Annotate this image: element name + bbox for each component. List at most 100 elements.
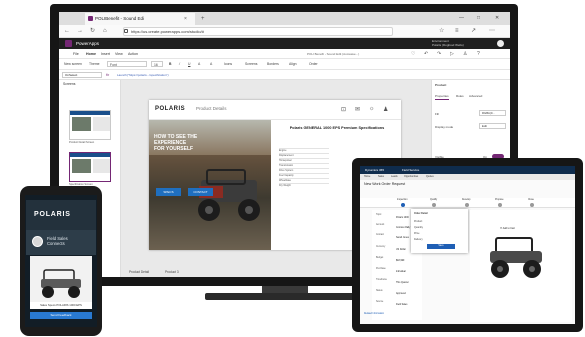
minimize-icon[interactable]: — <box>459 13 464 24</box>
form-value[interactable]: Approved <box>396 293 406 296</box>
nav-sales[interactable]: Sales <box>378 174 384 180</box>
more-icon[interactable]: ⋯ <box>489 25 495 38</box>
favorite-star-icon[interactable]: ☆ <box>439 25 444 38</box>
cart-icon[interactable]: ⊡ <box>341 106 346 113</box>
contact-button[interactable]: CONTACT <box>188 188 213 196</box>
italic-button[interactable]: / <box>179 59 180 70</box>
form-value[interactable]: Individual <box>396 271 406 274</box>
tab-close-icon[interactable]: × <box>184 13 187 25</box>
checkbox-label: Add to Cart <box>502 227 515 230</box>
nav-quotes[interactable]: Quotes <box>426 174 434 180</box>
prop-fill-value[interactable]: RGBA(0... <box>479 110 506 116</box>
popup-row[interactable]: Product <box>414 220 422 223</box>
spec-title: Polaris GENERAL 1000 EPS Premium Specifi… <box>289 126 385 130</box>
ribbon-align[interactable]: Align <box>289 59 297 70</box>
bold-button[interactable]: B <box>169 59 171 70</box>
menu-insert[interactable]: Insert <box>101 49 110 59</box>
app-checker-icon[interactable]: ♡ <box>411 51 415 57</box>
screen-thumbnail-selected[interactable] <box>69 152 111 182</box>
form-value[interactable]: Sarah Jones <box>396 237 409 240</box>
user-icon[interactable]: ♙ <box>463 51 467 57</box>
nav-home[interactable]: Home <box>364 174 370 180</box>
menu-action[interactable]: Action <box>128 49 138 59</box>
related-section-title[interactable]: Related Information <box>364 313 406 316</box>
phone-polaris-logo: POLARIS <box>34 211 71 218</box>
ribbon-screens[interactable]: Screens <box>245 59 257 70</box>
ribbon-new-screen[interactable]: New screen <box>64 59 82 70</box>
play-icon[interactable]: ▷ <box>450 51 454 57</box>
underline-button[interactable]: U <box>188 59 190 70</box>
formula-input[interactable]: Launch("https://polaris.../specification… <box>117 70 169 80</box>
form-value[interactable]: This Quarter <box>396 282 409 285</box>
send-feedback-button[interactable]: Send Feedback <box>30 312 92 319</box>
browser-tab[interactable]: POLIBenefit - Sound Edi <box>85 13 195 25</box>
share-icon[interactable]: ↗ <box>471 25 476 38</box>
ribbon-theme[interactable]: Theme <box>89 59 100 70</box>
spec-row: Displacement <box>279 153 329 157</box>
font-fill-button[interactable]: A <box>210 59 212 70</box>
status-screen-name: Product Detail <box>129 270 150 274</box>
add-to-cart-checkbox[interactable]: ☐ Add to Cart <box>500 227 515 230</box>
menu-file[interactable]: File <box>73 49 79 59</box>
back-icon[interactable]: ← <box>64 25 70 38</box>
step-dot[interactable] <box>530 203 534 207</box>
ribbon-icons[interactable]: Icons <box>224 59 232 70</box>
form-value[interactable]: Contoso Rally <box>396 227 410 230</box>
forward-icon[interactable]: → <box>77 25 83 38</box>
step-dot-active[interactable] <box>401 203 405 207</box>
popup-title: Order Detail <box>414 212 428 215</box>
font-color-button[interactable]: A <box>198 59 200 70</box>
tab-properties[interactable]: Properties <box>435 93 449 100</box>
url-input[interactable]: https://us.create.powerapps.com/studio/# <box>123 27 393 36</box>
utv-image <box>198 169 260 221</box>
refresh-icon[interactable]: ↻ <box>90 25 95 38</box>
specs-button[interactable]: SPECS <box>156 188 181 196</box>
font-size-select[interactable]: 16 <box>151 61 163 67</box>
tab-title: POLIBenefit - Sound Edi <box>95 16 145 21</box>
form-value[interactable]: $18,999 <box>396 260 404 263</box>
home-icon[interactable]: ⌂ <box>103 25 107 38</box>
close-window-icon[interactable]: ✕ <box>495 13 499 24</box>
nav-opportunities[interactable]: Opportunities <box>404 174 418 180</box>
undo-icon[interactable]: ↶ <box>424 51 428 57</box>
tab-rules[interactable]: Rules <box>456 93 464 99</box>
nav-leads[interactable]: Leads <box>391 174 398 180</box>
redo-icon[interactable]: ↷ <box>437 51 441 57</box>
popup-row[interactable]: Price <box>414 232 419 235</box>
new-tab-icon[interactable]: + <box>201 13 205 25</box>
tablet-utv-image <box>490 237 542 278</box>
screens-title: Screens <box>63 82 76 86</box>
ribbon-borders[interactable]: Borders <box>267 59 279 70</box>
reading-icon[interactable]: ≡ <box>455 25 459 38</box>
popup-row[interactable]: Delivery <box>414 238 423 241</box>
spec-row: Transmission <box>279 163 329 167</box>
step-dot[interactable] <box>498 203 502 207</box>
profile-icon[interactable]: ♟ <box>383 106 388 113</box>
user-avatar[interactable] <box>497 40 504 47</box>
spec-row: Horsepower <box>279 158 329 162</box>
lock-icon <box>124 29 128 33</box>
menu-view[interactable]: View <box>115 49 123 59</box>
popup-row[interactable]: Quantity <box>414 226 423 229</box>
settings-icon[interactable]: ☼ <box>369 106 375 112</box>
menu-bar <box>59 49 510 59</box>
fx-label: fx <box>106 72 110 77</box>
screen-thumbnail[interactable] <box>69 110 111 140</box>
mail-icon[interactable]: ✉ <box>355 106 360 113</box>
form-value[interactable]: Field Sales <box>396 304 407 307</box>
help-icon[interactable]: ? <box>477 51 480 57</box>
ribbon-order[interactable]: Order <box>309 59 318 70</box>
popup-save-button[interactable]: Save <box>427 244 455 249</box>
environment-picker[interactable]: Environment Polaris (Dogfood Webs) <box>432 39 464 47</box>
dynamics-app[interactable]: Field Service <box>402 166 419 174</box>
maximize-icon[interactable]: □ <box>477 13 480 24</box>
form-value[interactable]: Polaris 1000 <box>396 217 409 220</box>
tab-advanced[interactable]: Advanced <box>469 93 482 99</box>
step-dot[interactable] <box>465 203 469 207</box>
prop-label: Display mode <box>435 125 454 129</box>
display-mode-select[interactable]: Edit <box>479 123 506 129</box>
property-select[interactable]: OnSelect <box>62 72 102 78</box>
form-value[interactable]: US Dollar <box>396 249 406 252</box>
font-select[interactable]: Font <box>107 61 147 67</box>
step-dot[interactable] <box>432 203 436 207</box>
